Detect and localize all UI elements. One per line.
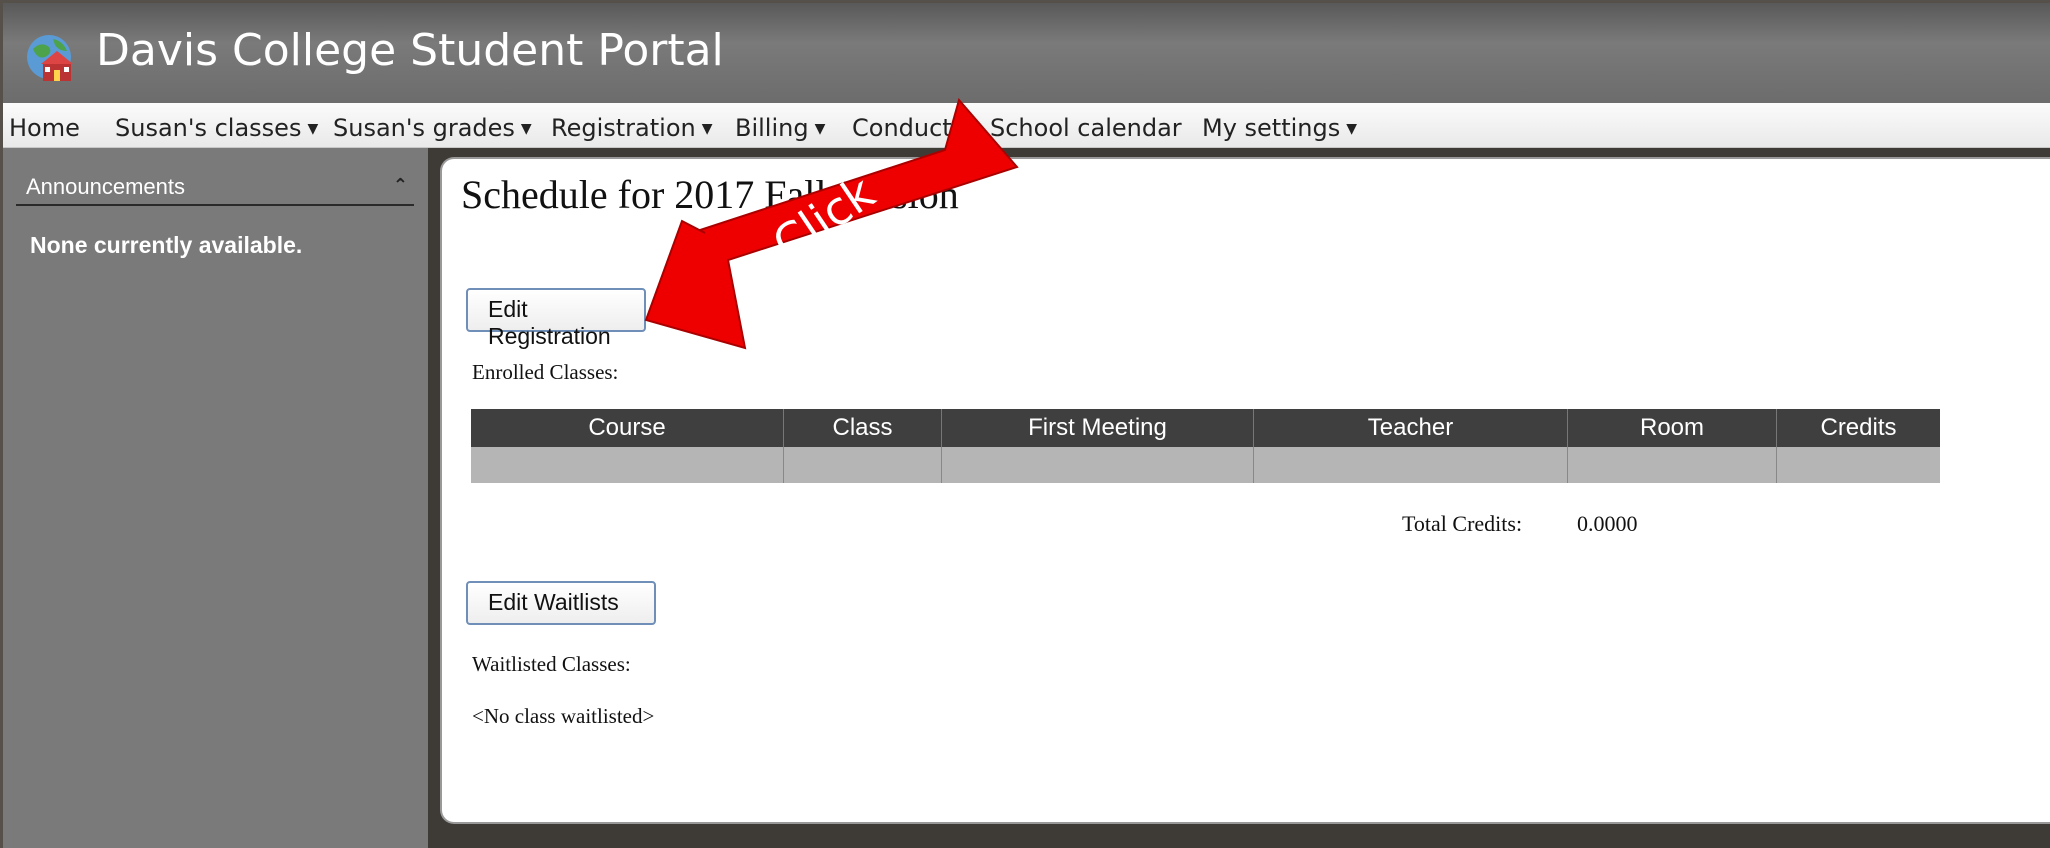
- announcements-header[interactable]: Announcements ⌃: [16, 174, 414, 206]
- column-header-credits[interactable]: Credits: [1776, 409, 1940, 447]
- enrolled-classes-table: Course Class First Meeting Teacher Room …: [471, 409, 1940, 483]
- caret-down-icon: ▼: [814, 121, 826, 137]
- table-cell: [1567, 447, 1777, 483]
- announcements-body: None currently available.: [30, 232, 303, 258]
- table-header-row: Course Class First Meeting Teacher Room …: [471, 409, 1940, 447]
- edit-waitlists-button[interactable]: Edit Waitlists: [466, 581, 656, 625]
- collapse-up-icon[interactable]: ⌃: [393, 174, 408, 198]
- main-nav: Home Susan's classes ▼ Susan's grades ▼ Re…: [3, 103, 2050, 148]
- caret-down-icon: ▼: [307, 121, 319, 137]
- nav-susans-classes[interactable]: Susan's classes ▼: [115, 114, 318, 142]
- caret-down-icon: ▼: [1346, 121, 1358, 137]
- edit-registration-button[interactable]: Edit Registration: [466, 288, 646, 349]
- table-cell: [1776, 447, 1940, 483]
- page-title: Schedule for 2017 Fall Session: [461, 172, 959, 217]
- table-cell: [1253, 447, 1568, 483]
- caret-down-icon: ▼: [957, 121, 969, 137]
- caret-down-icon: ▼: [520, 121, 532, 137]
- table-cell: [471, 447, 784, 483]
- announcements-heading: Announcements: [26, 174, 185, 199]
- nav-susans-grades[interactable]: Susan's grades ▼: [333, 114, 532, 142]
- column-header-first-meeting[interactable]: First Meeting: [941, 409, 1254, 447]
- total-credits-label: Total Credits:: [1402, 511, 1523, 536]
- nav-school-calendar[interactable]: School calendar: [990, 114, 1182, 142]
- nav-billing[interactable]: Billing ▼: [735, 114, 825, 142]
- column-header-room[interactable]: Room: [1567, 409, 1777, 447]
- table-row: [471, 447, 1940, 483]
- total-credits-value: 0.0000: [1577, 511, 1638, 536]
- sidebar: Announcements ⌃ None currently available…: [3, 148, 428, 848]
- caret-down-icon: ▼: [701, 121, 713, 137]
- nav-home[interactable]: Home: [9, 114, 80, 142]
- nav-registration[interactable]: Registration ▼: [551, 114, 713, 142]
- column-header-course[interactable]: Course: [471, 409, 784, 447]
- portal-title: Davis College Student Portal: [96, 25, 724, 76]
- no-waitlist-message: <No class waitlisted>: [472, 704, 655, 728]
- table-cell: [941, 447, 1254, 483]
- nav-conduct[interactable]: Conduct ▼: [852, 114, 968, 142]
- schedule-panel: Schedule for 2017 Fall Session Edit Regi…: [440, 157, 2050, 824]
- globe-schoolhouse-icon: [27, 35, 73, 81]
- column-header-teacher[interactable]: Teacher: [1253, 409, 1568, 447]
- waitlisted-classes-label: Waitlisted Classes:: [472, 652, 631, 676]
- column-header-class[interactable]: Class: [783, 409, 942, 447]
- enrolled-classes-label: Enrolled Classes:: [472, 360, 619, 384]
- portal-header: Davis College Student Portal: [3, 3, 2050, 103]
- table-cell: [783, 447, 942, 483]
- nav-my-settings[interactable]: My settings ▼: [1202, 114, 1357, 142]
